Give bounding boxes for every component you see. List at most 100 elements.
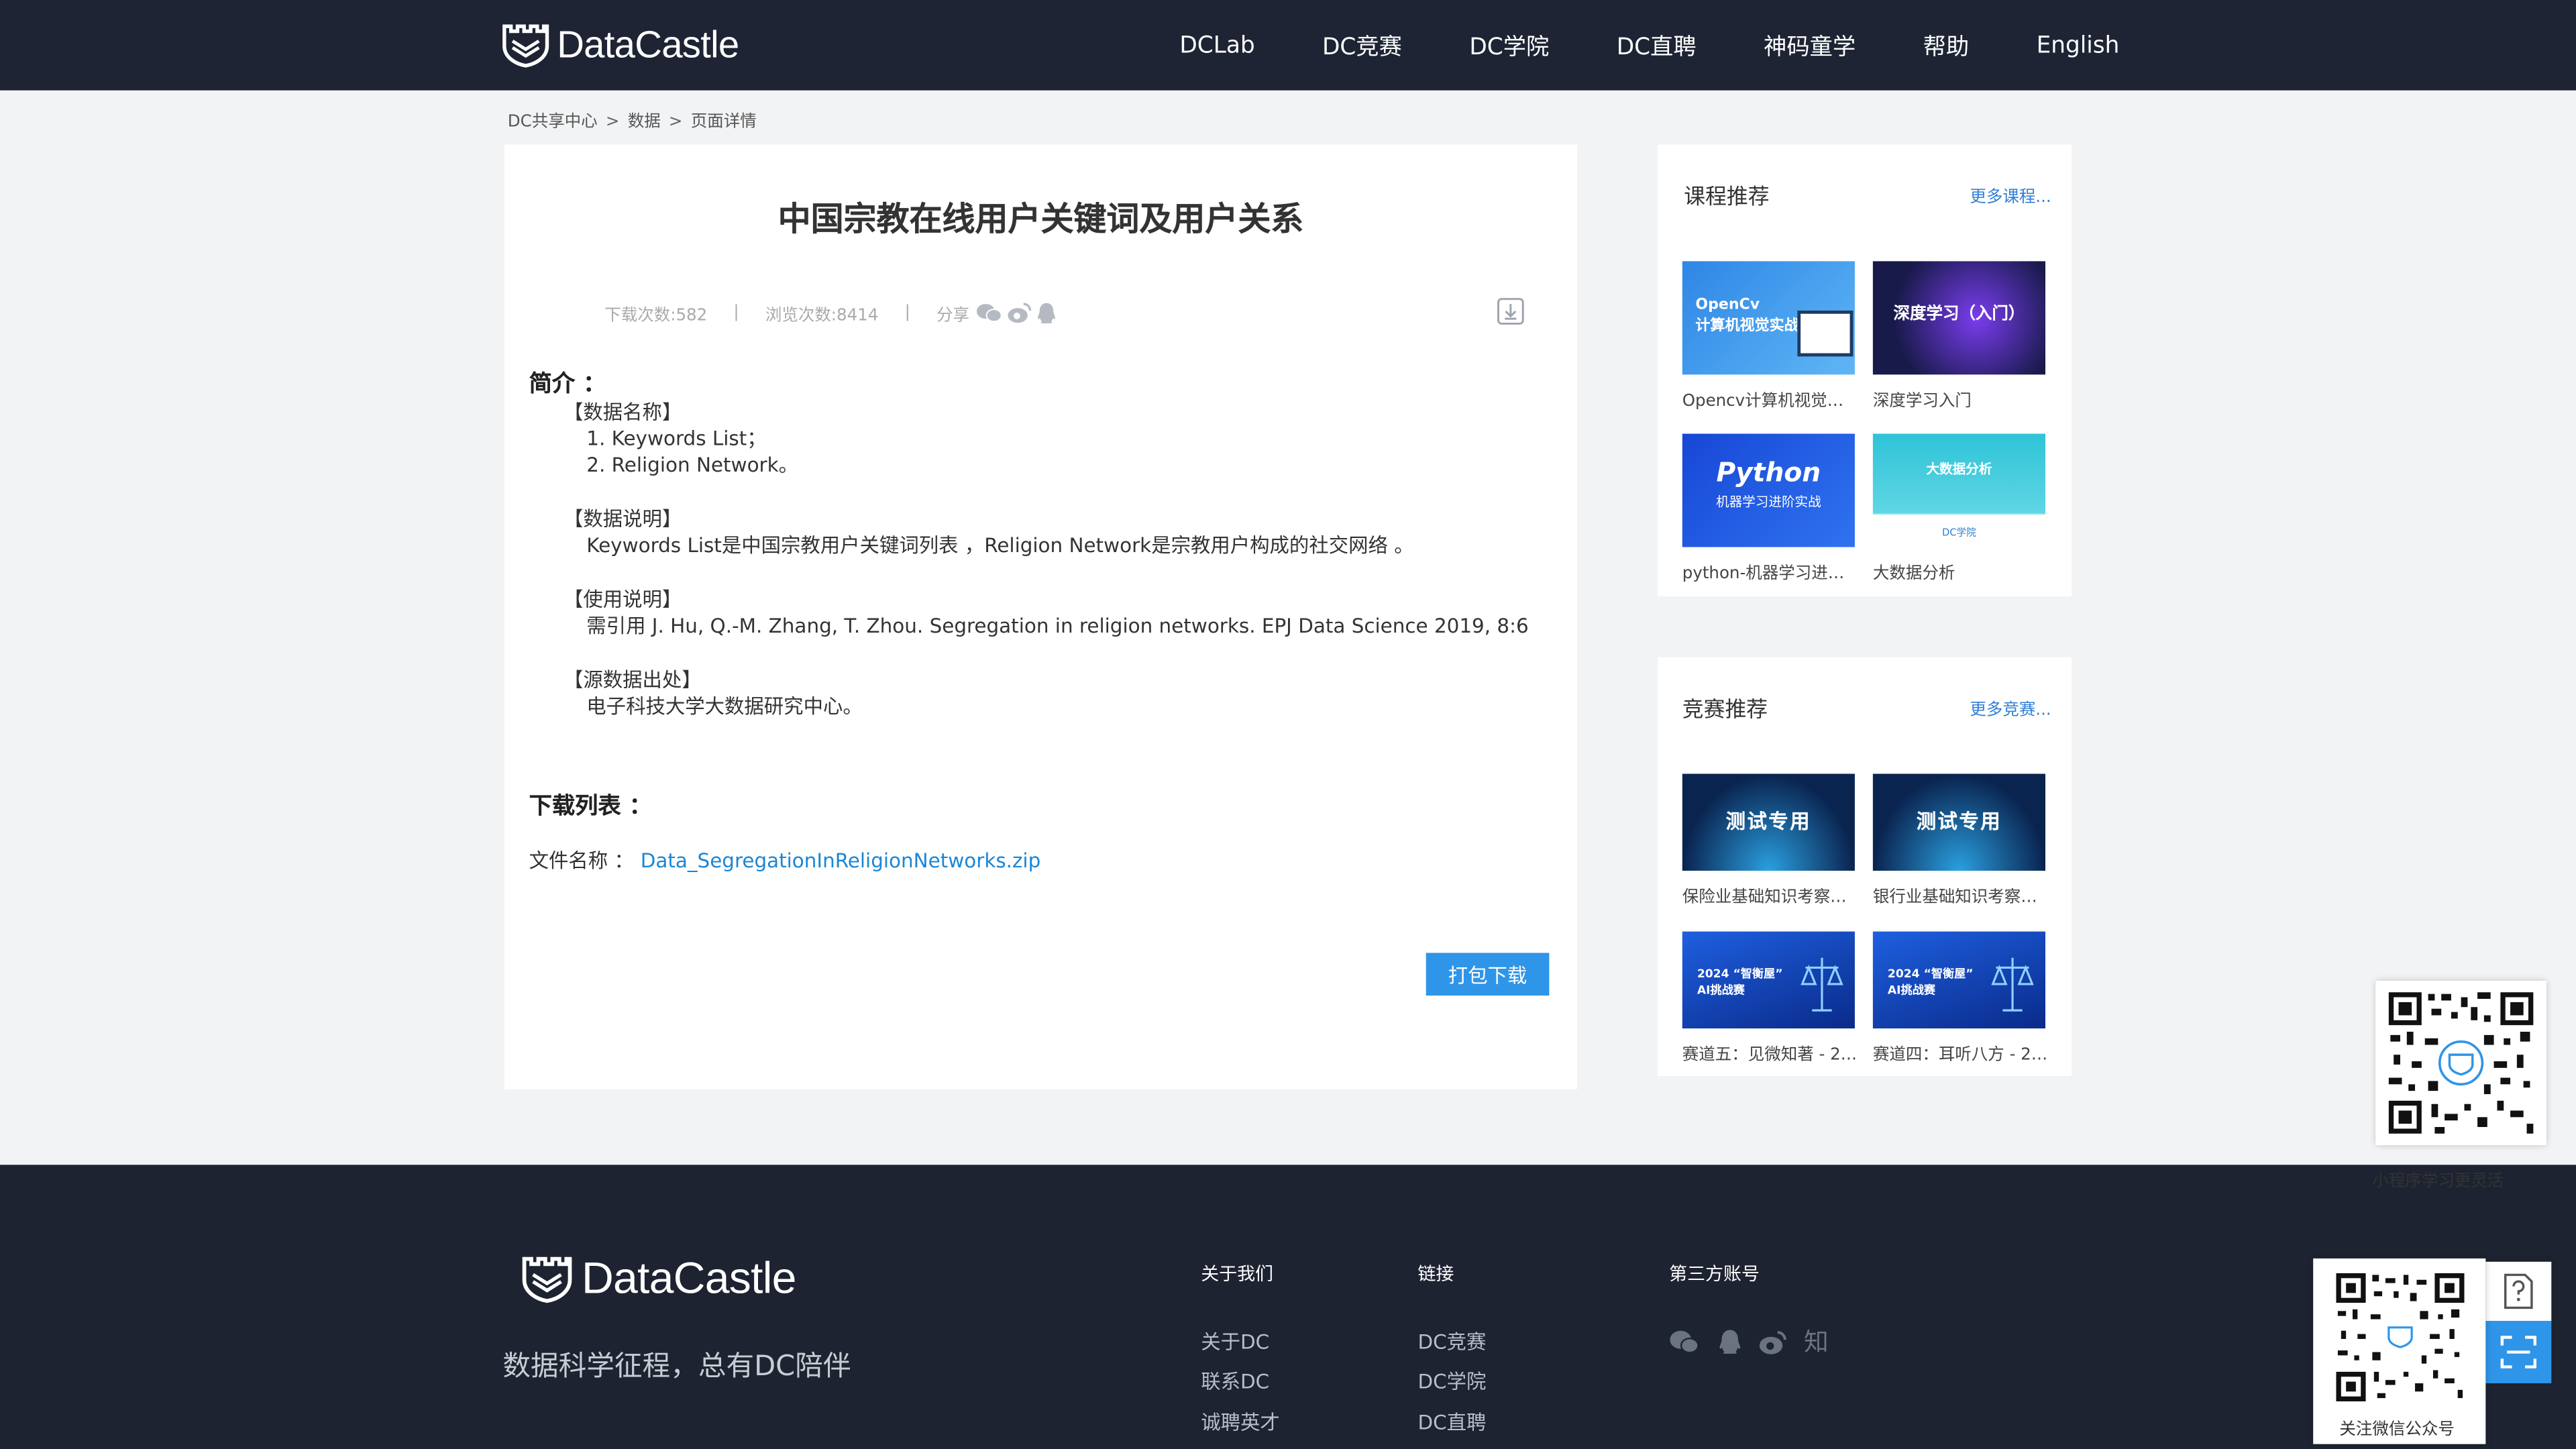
footer-link-careers[interactable]: 诚聘英才 (1201, 1408, 1280, 1436)
miniprogram-qr-code (2385, 989, 2537, 1137)
nav-help[interactable]: 帮助 (1923, 29, 1970, 62)
footer-social-heading: 第三方账号 (1669, 1263, 1760, 1285)
contest-thumb-track5[interactable]: 2024 “智衡屋” AI挑战赛 (1682, 931, 1855, 1029)
miniprogram-caption: 小程序学习更灵活 (2372, 1173, 2504, 1191)
nav-dc-academy[interactable]: DC学院 (1469, 29, 1549, 62)
download-list-heading: 下载列表 ： (529, 793, 652, 820)
contest-recommend-title: 竞赛推荐 (1682, 698, 1768, 723)
download-icon[interactable] (1497, 297, 1525, 325)
breadcrumb: DC共享中心 > 数据 > 页面详情 (508, 107, 757, 131)
nav-dc-competition[interactable]: DC竞赛 (1322, 29, 1402, 62)
monitor-graphic (1797, 310, 1854, 357)
course-thumb-python[interactable]: Python 机器学习进阶实战 (1682, 433, 1855, 547)
footer-brand-name: DataCastle (581, 1252, 797, 1302)
site-footer (0, 1165, 2576, 1449)
course-label-big-data[interactable]: 大数据分析 (1873, 559, 2050, 583)
contest-thumb-banking[interactable]: 测试专用 (1872, 773, 2046, 871)
intro-heading: 简介 ： (529, 371, 606, 398)
pack-download-button[interactable]: 打包下载 (1426, 953, 1550, 996)
section-data-name: 【数据名称】 (564, 400, 682, 424)
file-row: 文件名称 ： Data_SegregationInReligionNetworks… (529, 846, 1041, 874)
nav-english[interactable]: English (2037, 32, 2120, 58)
breadcrumb-current: 页面详情 (690, 113, 757, 131)
course-thumb-big-data[interactable]: 大数据分析 DC学院 (1872, 433, 2046, 547)
nav-dclab[interactable]: DCLab (1179, 32, 1254, 58)
brand-name: DataCastle (557, 22, 739, 65)
section-usage: 【使用说明】 (564, 588, 682, 612)
footer-link-contact-dc[interactable]: 联系DC (1201, 1367, 1269, 1395)
section-data-description: 【数据说明】 (564, 507, 682, 531)
miniprogram-qr-panel (2375, 981, 2546, 1145)
wechat-share-icon[interactable] (976, 303, 1002, 324)
thumb-text: 测试专用 (1725, 810, 1812, 833)
description-line: Keywords List是中国宗教用户关键词列表 ，Religion Netw… (586, 533, 1414, 557)
scales-graphic (1801, 957, 1843, 1012)
contest-label-insurance[interactable]: 保险业基础知识考察（测试专用） (1682, 882, 1860, 907)
thumb-text: AI挑战赛 (1887, 983, 1935, 998)
description-line: 电子科技大学大数据研究中心。 (586, 694, 863, 718)
scan-float-button[interactable] (2485, 1320, 2552, 1384)
breadcrumb-data[interactable]: 数据 (628, 113, 661, 131)
footer-link-about-dc[interactable]: 关于DC (1201, 1328, 1269, 1356)
download-count: 下载次数:582 (604, 307, 708, 325)
scales-graphic (1991, 957, 2034, 1012)
contest-thumb-insurance[interactable]: 测试专用 (1682, 773, 1855, 871)
more-courses-link[interactable]: 更多课程... (1970, 182, 2051, 207)
weibo-share-icon[interactable] (1007, 303, 1032, 324)
weibo-icon[interactable] (1758, 1328, 1787, 1357)
thumb-text: 2024 “智衡屋” (1887, 967, 1974, 981)
nav-kids-coding[interactable]: 神码童学 (1764, 29, 1856, 62)
course-label-python[interactable]: python-机器学习进阶实战 (1682, 559, 1860, 583)
footer-link-dc-competition[interactable]: DC竞赛 (1417, 1328, 1486, 1356)
header-logo[interactable]: DataCastle (501, 19, 739, 68)
description-line: 2. Religion Network。 (586, 453, 799, 477)
course-label-opencv[interactable]: Opencv计算机视觉实战 (1682, 386, 1860, 411)
qq-share-icon[interactable] (1036, 303, 1056, 324)
course-label-deep-learning[interactable]: 深度学习入门 (1873, 386, 2050, 411)
thumb-text: Python (1716, 456, 1821, 488)
thumb-text: AI挑战赛 (1697, 983, 1745, 998)
thumb-text: DC学院 (1941, 527, 1976, 539)
qq-icon[interactable] (1715, 1328, 1745, 1357)
main-nav: DCLab DC竞赛 DC学院 DC直聘 神码童学 帮助 English (1112, 0, 2119, 91)
nav-dc-jobs[interactable]: DC直聘 (1617, 29, 1697, 62)
wechat-account-qr-panel: 关注微信公众号 (2313, 1258, 2486, 1444)
dataset-stats: 下载次数:582 | 浏览次数:8414 | 分享 (604, 301, 1057, 325)
footer-link-dc-academy[interactable]: DC学院 (1417, 1367, 1486, 1395)
course-recommend-title: 课程推荐 (1684, 185, 1770, 211)
breadcrumb-separator: > (668, 113, 683, 131)
footer-logo: DataCastle (521, 1252, 796, 1304)
contest-thumb-track4[interactable]: 2024 “智衡屋” AI挑战赛 (1872, 931, 2046, 1029)
stats-divider: | (733, 304, 739, 323)
wechat-icon[interactable] (1669, 1328, 1699, 1357)
course-thumb-deep-learning[interactable]: 深度学习（入门） (1872, 261, 2046, 375)
breadcrumb-share-center[interactable]: DC共享中心 (508, 113, 598, 131)
scan-icon (2500, 1336, 2537, 1368)
help-document-icon (2504, 1273, 2533, 1309)
section-source: 【源数据出处】 (564, 668, 702, 692)
file-download-link[interactable]: Data_SegregationInReligionNetworks.zip (641, 849, 1041, 872)
stats-divider: | (904, 304, 910, 323)
contest-label-track5[interactable]: 赛道五：见微知著 - 2024智衡屋AI挑战赛 (1682, 1040, 1860, 1065)
footer-links-heading: 链接 (1417, 1263, 1454, 1285)
thumb-text: 大数据分析 (1926, 462, 1992, 477)
course-thumb-opencv[interactable]: OpenCv 计算机视觉实战 (1682, 261, 1855, 375)
file-name-label: 文件名称 ： (529, 849, 634, 873)
thumb-text: 2024 “智衡屋” (1697, 967, 1783, 981)
share-label: 分享 (936, 307, 970, 325)
help-float-button[interactable] (2485, 1261, 2552, 1321)
contest-label-banking[interactable]: 银行业基础知识考察（测试专用） (1873, 882, 2050, 907)
thumb-text: OpenCv (1695, 297, 1760, 314)
zhihu-icon[interactable]: 知 (1804, 1328, 1833, 1357)
castle-logo-icon (522, 1256, 572, 1303)
more-contests-link[interactable]: 更多竞赛... (1970, 695, 2051, 720)
view-count: 浏览次数:8414 (765, 307, 879, 325)
thumb-text: 机器学习进阶实战 (1715, 494, 1821, 510)
thumb-text: 深度学习（入门） (1893, 305, 2025, 324)
footer-link-dc-jobs[interactable]: DC直聘 (1417, 1408, 1486, 1436)
description-line: 需引用 J. Hu, Q.-M. Zhang, T. Zhou. Segrega… (586, 614, 1529, 638)
contest-label-track4[interactable]: 赛道四：耳听八方 - 2024智衡屋AI挑战赛 (1873, 1040, 2050, 1065)
thumb-text: 测试专用 (1916, 810, 2002, 833)
wechat-account-caption: 关注微信公众号 (2339, 1421, 2455, 1440)
wechat-account-qr-code (2334, 1271, 2466, 1403)
